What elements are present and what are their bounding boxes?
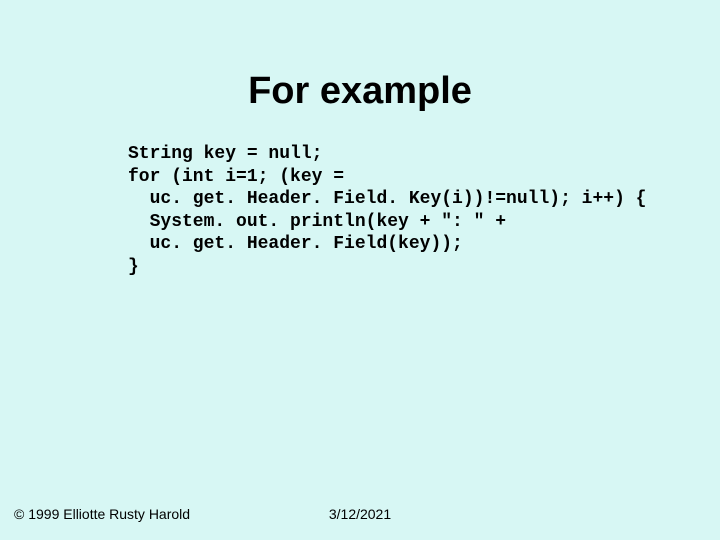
footer-copyright: © 1999 Elliotte Rusty Harold bbox=[14, 506, 190, 522]
code-block: String key = null; for (int i=1; (key = … bbox=[0, 143, 720, 278]
footer-date: 3/12/2021 bbox=[329, 506, 391, 522]
slide-title: For example bbox=[0, 0, 720, 143]
